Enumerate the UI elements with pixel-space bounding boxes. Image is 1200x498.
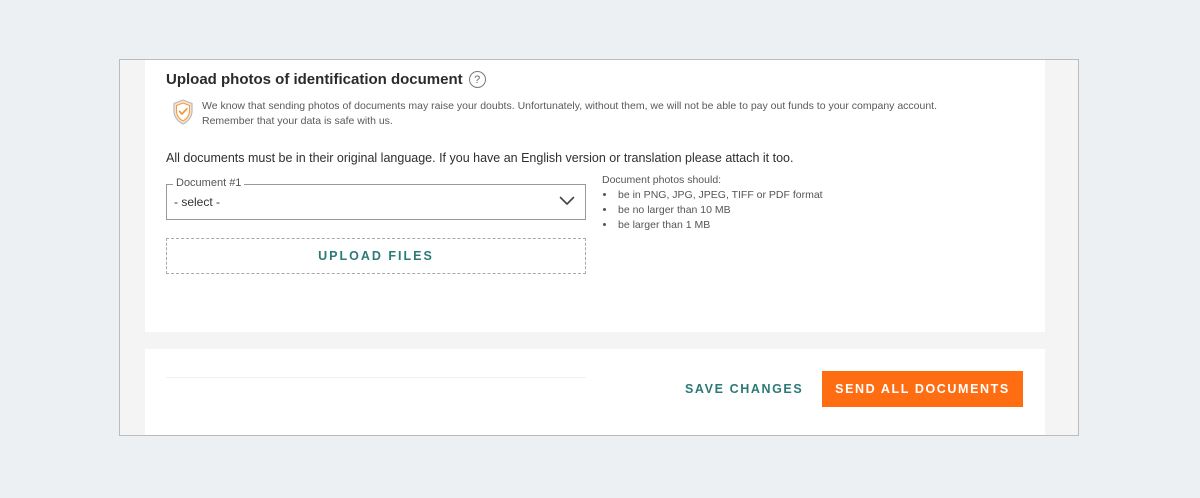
save-changes-button[interactable]: SAVE CHANGES xyxy=(685,371,803,407)
send-all-documents-button[interactable]: SEND ALL DOCUMENTS xyxy=(822,371,1023,407)
requirements-list: be in PNG, JPG, JPEG, TIFF or PDF format… xyxy=(602,188,823,233)
screenshot-frame: Upload photos of identification document… xyxy=(119,59,1079,436)
upload-files-button[interactable]: UPLOAD FILES xyxy=(166,238,586,274)
document-requirements: Document photos should: be in PNG, JPG, … xyxy=(602,173,823,233)
section-header: Upload photos of identification document… xyxy=(166,71,486,88)
document-type-select[interactable]: Document #1 - select - xyxy=(166,177,586,220)
notice-line-1: We know that sending photos of documents… xyxy=(202,100,938,112)
language-note: All documents must be in their original … xyxy=(166,151,794,165)
notice-text: We know that sending photos of documents… xyxy=(202,99,1032,129)
question-circle-icon[interactable]: ? xyxy=(468,71,486,88)
requirement-item: be in PNG, JPG, JPEG, TIFF or PDF format xyxy=(616,188,823,203)
document-select-label: Document #1 xyxy=(173,177,245,189)
section-title: Upload photos of identification document xyxy=(166,71,463,88)
upload-section-card: Upload photos of identification document… xyxy=(145,60,1045,332)
notice-line-2: Remember that your data is safe with us. xyxy=(202,115,393,127)
requirement-item: be larger than 1 MB xyxy=(616,218,823,233)
requirement-item: be no larger than 10 MB xyxy=(616,203,823,218)
divider xyxy=(166,377,586,378)
actions-card: SAVE CHANGES SEND ALL DOCUMENTS xyxy=(145,349,1045,435)
privacy-notice: We know that sending photos of documents… xyxy=(172,99,1032,129)
document-select-value: - select - xyxy=(174,195,221,209)
shield-check-icon xyxy=(173,99,193,125)
chevron-down-icon xyxy=(559,196,575,205)
requirements-heading: Document photos should: xyxy=(602,174,722,186)
